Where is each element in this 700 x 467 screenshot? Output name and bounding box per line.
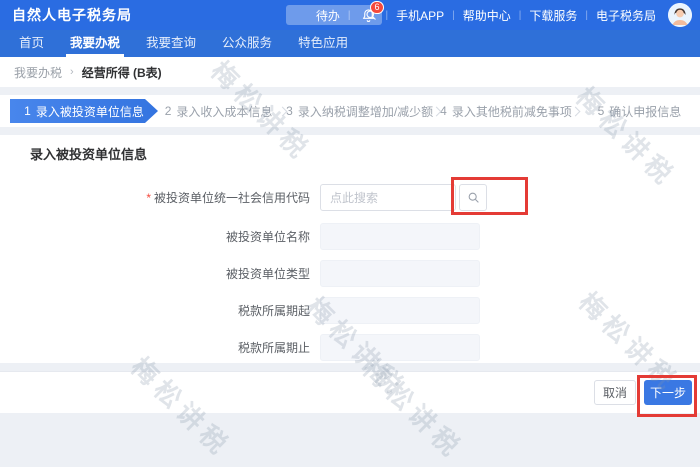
credit-code-search-button[interactable] — [459, 184, 487, 211]
form-row-period-start: 税款所属期起 — [0, 297, 700, 324]
form-row-unit-name: 被投资单位名称 — [0, 223, 700, 250]
required-mark: * — [146, 191, 151, 205]
period-start-input — [320, 297, 480, 324]
menu-item-download-service[interactable]: 下载服务 — [521, 7, 585, 24]
app-title: 自然人电子税务局 — [12, 0, 132, 30]
invested-unit-form-card: 录入被投资单位信息 *被投资单位统一社会信用代码 被投资单位名称 被投资单位类型… — [0, 135, 700, 363]
unit-type-input — [320, 260, 480, 287]
form-row-unit-type: 被投资单位类型 — [0, 260, 700, 287]
step-1-active: 1 录入被投资单位信息 — [10, 99, 158, 123]
step-label: 录入纳税调整增加/减少额 — [298, 103, 433, 120]
nav-item-featured-apps[interactable]: 特色应用 — [285, 30, 361, 57]
step-number: 2 — [165, 104, 172, 118]
breadcrumb: 我要办税 › 经营所得 (B表) — [0, 57, 700, 87]
credit-code-input[interactable] — [320, 184, 456, 211]
breadcrumb-separator: › — [70, 66, 74, 78]
step-label: 录入其他税前减免事项 — [452, 103, 572, 120]
form-row-credit-code: *被投资单位统一社会信用代码 — [0, 184, 700, 211]
step-number: 5 — [598, 104, 605, 118]
menu-item-todo[interactable]: 待办 — [308, 7, 348, 24]
notification-badge: 6 — [370, 1, 383, 14]
section-title: 录入被投资单位信息 — [30, 144, 147, 163]
search-icon — [467, 191, 480, 204]
nav-item-query[interactable]: 我要查询 — [133, 30, 209, 57]
field-label: 被投资单位名称 — [0, 228, 310, 245]
step-5: 5 确认申报信息 — [579, 103, 700, 120]
avatar-image — [668, 3, 692, 27]
field-label: 被投资单位类型 — [0, 265, 310, 282]
wizard-steps: 1 录入被投资单位信息 2 录入收入成本信息 3 录入纳税调整增加/减少额 4 … — [0, 95, 700, 127]
nav-item-public-service[interactable]: 公众服务 — [209, 30, 285, 57]
cancel-button[interactable]: 取消 — [594, 380, 636, 405]
period-end-input — [320, 334, 480, 361]
step-3: 3 录入纳税调整增加/减少额 — [286, 103, 433, 120]
form-row-period-end: 税款所属期止 — [0, 334, 700, 361]
menu-item-help-center[interactable]: 帮助中心 — [455, 7, 519, 24]
breadcrumb-current: 经营所得 (B表) — [82, 64, 162, 81]
primary-nav: 首页 我要办税 我要查询 公众服务 特色应用 — [0, 30, 700, 57]
nav-item-tax-handling[interactable]: 我要办税 — [57, 30, 133, 57]
next-step-button[interactable]: 下一步 — [644, 380, 692, 405]
user-avatar[interactable] — [668, 3, 692, 27]
menu-item-mobile-app[interactable]: 手机APP — [388, 7, 452, 24]
top-header-bar: 自然人电子税务局 待办 | 6 | 手机APP | 帮助中心 | 下载服务 | … — [0, 0, 700, 30]
field-label: 税款所属期起 — [0, 302, 310, 319]
step-2: 2 录入收入成本信息 — [158, 103, 279, 120]
step-number: 1 — [24, 104, 31, 118]
step-label: 录入被投资单位信息 — [36, 103, 144, 120]
notification-bell-button[interactable]: 6 — [351, 0, 386, 30]
nav-item-home[interactable]: 首页 — [6, 30, 57, 57]
breadcrumb-parent[interactable]: 我要办税 — [14, 64, 62, 81]
step-label: 确认申报信息 — [609, 103, 681, 120]
step-4: 4 录入其他税前减免事项 — [440, 103, 572, 120]
menu-item-etax-bureau[interactable]: 电子税务局 — [588, 7, 664, 24]
footer-action-bar: 取消 下一步 — [0, 371, 700, 413]
step-label: 录入收入成本信息 — [176, 103, 272, 120]
header-menu: 待办 | 6 | 手机APP | 帮助中心 | 下载服务 | 电子税务局 — [308, 0, 700, 30]
unit-name-input — [320, 223, 480, 250]
field-label: *被投资单位统一社会信用代码 — [0, 189, 310, 206]
field-label: 税款所属期止 — [0, 339, 310, 356]
